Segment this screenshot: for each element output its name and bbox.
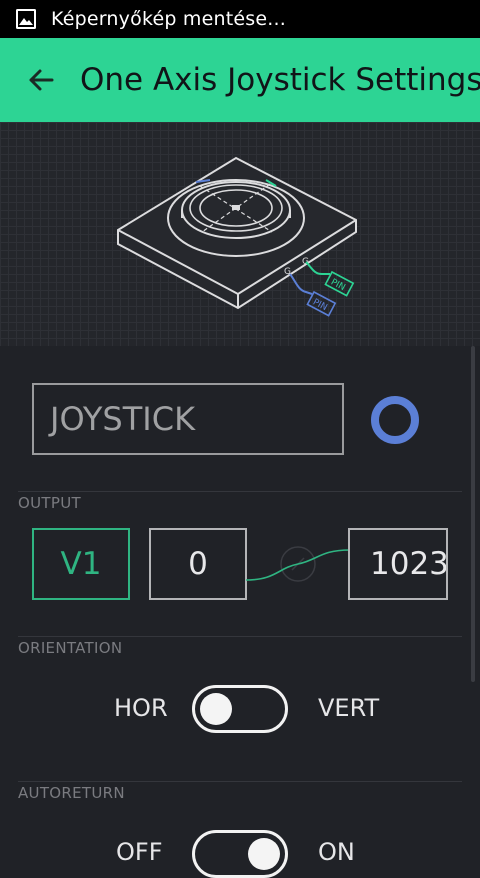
- toggle-knob: [200, 693, 232, 725]
- toggle-knob: [248, 838, 280, 870]
- output-max-input[interactable]: 1023: [348, 528, 448, 600]
- joystick-illustration: G G PIN PIN: [0, 122, 480, 346]
- divider: [18, 636, 462, 637]
- pin-label-blue: PIN: [311, 297, 329, 313]
- orientation-hor-label: HOR: [114, 694, 168, 722]
- arrow-left-icon: [29, 69, 54, 91]
- output-min-input[interactable]: 0: [149, 528, 247, 600]
- orientation-vert-label: VERT: [318, 694, 380, 722]
- scrollbar[interactable]: [471, 346, 475, 682]
- section-label-orientation: ORIENTATION: [18, 639, 123, 657]
- page-title: One Axis Joystick Settings: [80, 62, 480, 98]
- status-notification-text: Képernyőkép mentése...: [51, 8, 286, 30]
- autoreturn-off-label: OFF: [116, 838, 163, 866]
- joystick-diagram: G G PIN PIN: [117, 156, 357, 317]
- app-bar: One Axis Joystick Settings: [0, 38, 480, 122]
- pin-label-green: PIN: [329, 277, 347, 293]
- autoreturn-toggle[interactable]: [192, 830, 288, 878]
- divider: [18, 781, 462, 782]
- range-connector-line: [246, 546, 350, 582]
- widget-name-input[interactable]: JOYSTICK: [32, 383, 344, 455]
- image-icon: [14, 7, 38, 31]
- section-label-autoreturn: AUTORETURN: [18, 784, 125, 802]
- divider: [18, 491, 462, 492]
- output-pin-select[interactable]: V1: [32, 528, 130, 600]
- color-picker-button[interactable]: [371, 396, 419, 444]
- autoreturn-on-label: ON: [318, 838, 355, 866]
- settings-panel: JOYSTICK OUTPUT V1 0 1023 ORIENTATION HO…: [0, 346, 480, 878]
- back-button[interactable]: [26, 63, 56, 97]
- section-label-output: OUTPUT: [18, 494, 81, 512]
- orientation-toggle[interactable]: [192, 685, 288, 733]
- status-bar: Képernyőkép mentése...: [0, 0, 480, 38]
